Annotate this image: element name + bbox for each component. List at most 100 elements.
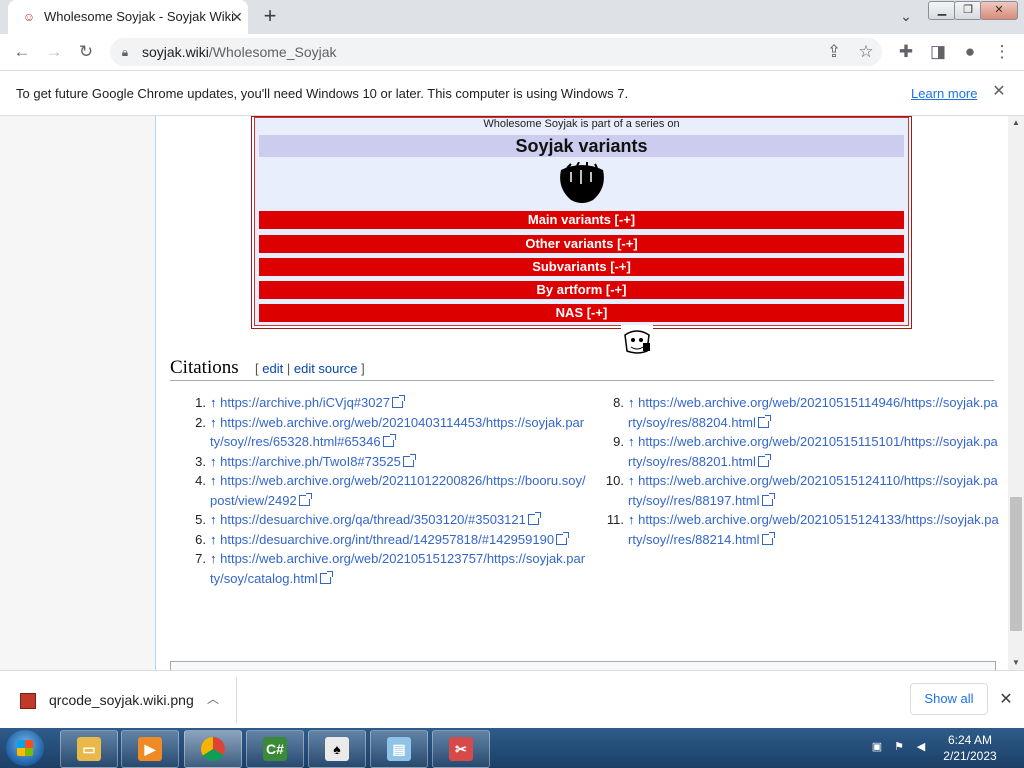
navbox-row-by-artform[interactable]: By artform [-+]	[259, 281, 904, 299]
citation-number: 7.	[195, 551, 206, 566]
external-link-icon	[527, 512, 541, 525]
back-reference-arrow[interactable]: ↑	[210, 512, 217, 527]
forward-arrow-icon[interactable]: →	[42, 40, 66, 64]
citation-number: 11.	[606, 512, 624, 527]
taskbar-clock[interactable]: 6:24 AM 2/21/2023	[930, 732, 1010, 764]
tab-search-chevron-icon[interactable]: ⌄	[896, 8, 916, 28]
external-link-icon	[402, 453, 416, 467]
close-download-bar-icon[interactable]: ✕	[996, 690, 1016, 710]
minimize-button[interactable]: ▁	[928, 1, 956, 20]
scissors-icon: ✂	[449, 737, 473, 761]
navbox-inner: Wholesome Soyjak is part of a series on …	[254, 117, 909, 326]
external-link-icon	[757, 414, 771, 428]
learn-more-link[interactable]: Learn more	[911, 86, 977, 101]
share-icon[interactable]: ⇪	[822, 40, 846, 64]
citation-link[interactable]: https://desuarchive.org/qa/thread/350312…	[220, 512, 526, 527]
close-tab-icon[interactable]: ✕	[227, 7, 247, 27]
restore-button[interactable]: ❐	[954, 1, 982, 20]
extensions-puzzle-icon[interactable]: ✚	[894, 40, 918, 64]
tab-strip: ☺ Wholesome Soyjak - Soyjak Wiki ✕ + ⌄ ▁…	[0, 0, 1024, 34]
close-window-button[interactable]: ✕	[980, 1, 1018, 20]
lock-icon[interactable]: 🔒︎	[118, 44, 132, 60]
citation-number: 9.	[613, 434, 624, 449]
navbox-row-other-variants[interactable]: Other variants [-+]	[259, 235, 904, 253]
external-link-icon	[298, 492, 312, 506]
back-reference-arrow[interactable]: ↑	[210, 532, 217, 547]
citation-number: 1.	[195, 395, 206, 410]
clock-time: 6:24 AM	[947, 733, 993, 747]
network-icon[interactable]: ▣	[870, 740, 884, 754]
bookmark-star-icon[interactable]: ☆	[854, 40, 878, 64]
back-reference-arrow[interactable]: ↑	[628, 434, 635, 449]
citation-item: 7. ↑ https://web.archive.org/web/20210515…	[186, 549, 586, 588]
edit-separator: |	[286, 361, 291, 376]
citation-link[interactable]: https://desuarchive.org/int/thread/14295…	[220, 532, 554, 547]
url-path: /Wholesome_Soyjak	[208, 44, 337, 60]
citation-item: 9. ↑ https://web.archive.org/web/20210515…	[604, 432, 999, 471]
volume-icon[interactable]: ◀	[914, 740, 928, 754]
edit-bracket-open: [	[255, 361, 259, 376]
download-filename[interactable]: qrcode_soyjak.wiki.png	[49, 692, 194, 708]
card-game-icon: ♠	[325, 737, 349, 761]
citation-number: 6.	[195, 531, 206, 547]
citation-number: 10.	[605, 473, 624, 488]
citation-link[interactable]: https://web.archive.org/web/202110122008…	[210, 473, 586, 508]
citation-link[interactable]: https://web.archive.org/web/202104031144…	[210, 415, 584, 450]
citation-link[interactable]: https://web.archive.org/web/202105151151…	[628, 434, 998, 469]
browser-toolbar: ← → ↻ 🔒︎ soyjak.wiki/Wholesome_Soyjak ⇪ …	[0, 34, 1024, 71]
back-reference-arrow[interactable]: ↑	[628, 473, 635, 488]
infobar-message: To get future Google Chrome updates, you…	[16, 86, 629, 101]
navbox-row-subvariants[interactable]: Subvariants [-+]	[259, 258, 904, 276]
back-reference-arrow[interactable]: ↑	[210, 454, 217, 469]
taskbar-chrome[interactable]	[184, 730, 242, 768]
citation-number: 5.	[195, 512, 206, 527]
url-domain: soyjak.wiki	[142, 44, 209, 60]
taskbar-snipping-tool[interactable]: ✂	[432, 730, 490, 768]
edit-link[interactable]: edit	[262, 361, 283, 376]
edit-source-link[interactable]: edit source	[294, 361, 358, 376]
taskbar-csharp-app[interactable]: C#	[246, 730, 304, 768]
scrollbar-thumb[interactable]	[1010, 497, 1022, 631]
citations-heading: Citations	[170, 357, 239, 378]
citation-link[interactable]: https://web.archive.org/web/202105151237…	[210, 551, 585, 586]
back-reference-arrow[interactable]: ↑	[628, 512, 635, 527]
page-scrollbar[interactable]: ▲ ▼	[1008, 116, 1024, 670]
bottom-navbox	[170, 661, 996, 670]
windows-taskbar: ▭ ▶ C# ♠ ▤ ✂ ▣ ⚑ ◀ 6:24 AM 2/21/2023	[0, 728, 1024, 768]
navbox-row-nas[interactable]: NAS [-+]	[259, 304, 904, 322]
navbox-row-main-variants[interactable]: Main variants [-+]	[259, 211, 904, 229]
new-tab-icon[interactable]: +	[258, 5, 282, 29]
menu-kebab-icon[interactable]: ⋮	[990, 40, 1014, 64]
profile-avatar-icon[interactable]: ●	[958, 40, 982, 64]
side-panel-icon[interactable]: ◨	[926, 40, 950, 64]
scroll-down-arrow-icon[interactable]: ▼	[1008, 656, 1024, 670]
back-reference-arrow[interactable]: ↑	[628, 395, 635, 410]
back-reference-arrow[interactable]: ↑	[210, 551, 217, 566]
back-arrow-icon[interactable]: ←	[10, 40, 34, 64]
close-infobar-icon[interactable]: ✕	[990, 83, 1008, 101]
back-reference-arrow[interactable]: ↑	[210, 473, 217, 488]
citation-link[interactable]: https://archive.ph/iCVjq#3027	[220, 395, 390, 410]
wiki-content: Wholesome Soyjak is part of a series on …	[155, 116, 1008, 670]
scroll-up-arrow-icon[interactable]: ▲	[1008, 116, 1024, 130]
back-reference-arrow[interactable]: ↑	[210, 395, 217, 410]
citations-column-left: 1. ↑ https://archive.ph/iCVjq#3027 2. ↑ htt…	[186, 393, 586, 588]
action-center-flag-icon[interactable]: ⚑	[892, 740, 906, 754]
browser-tab[interactable]: ☺ Wholesome Soyjak - Soyjak Wiki ✕	[8, 0, 248, 34]
start-button[interactable]	[6, 730, 44, 766]
back-reference-arrow[interactable]: ↑	[210, 415, 217, 430]
reload-icon[interactable]: ↻	[74, 40, 98, 64]
chevron-up-icon[interactable]: ︿	[204, 690, 222, 708]
taskbar-media-player[interactable]: ▶	[121, 730, 179, 768]
citation-item: 4. ↑ https://web.archive.org/web/20211012…	[186, 471, 586, 510]
citation-link[interactable]: https://web.archive.org/web/202105151241…	[628, 512, 999, 547]
show-all-button[interactable]: Show all	[910, 683, 988, 715]
citation-link[interactable]: https://web.archive.org/web/202105151149…	[628, 395, 998, 430]
taskbar-notepad[interactable]: ▤	[370, 730, 428, 768]
taskbar-explorer[interactable]: ▭	[60, 730, 118, 768]
citation-link[interactable]: https://archive.ph/TwoI8#73525	[220, 454, 401, 469]
address-bar[interactable]: 🔒︎ soyjak.wiki/Wholesome_Soyjak ⇪ ☆	[110, 38, 882, 66]
taskbar-solitaire[interactable]: ♠	[308, 730, 366, 768]
citation-item: 2. ↑ https://web.archive.org/web/20210403…	[186, 413, 586, 452]
citation-link[interactable]: https://web.archive.org/web/202105151241…	[628, 473, 998, 508]
